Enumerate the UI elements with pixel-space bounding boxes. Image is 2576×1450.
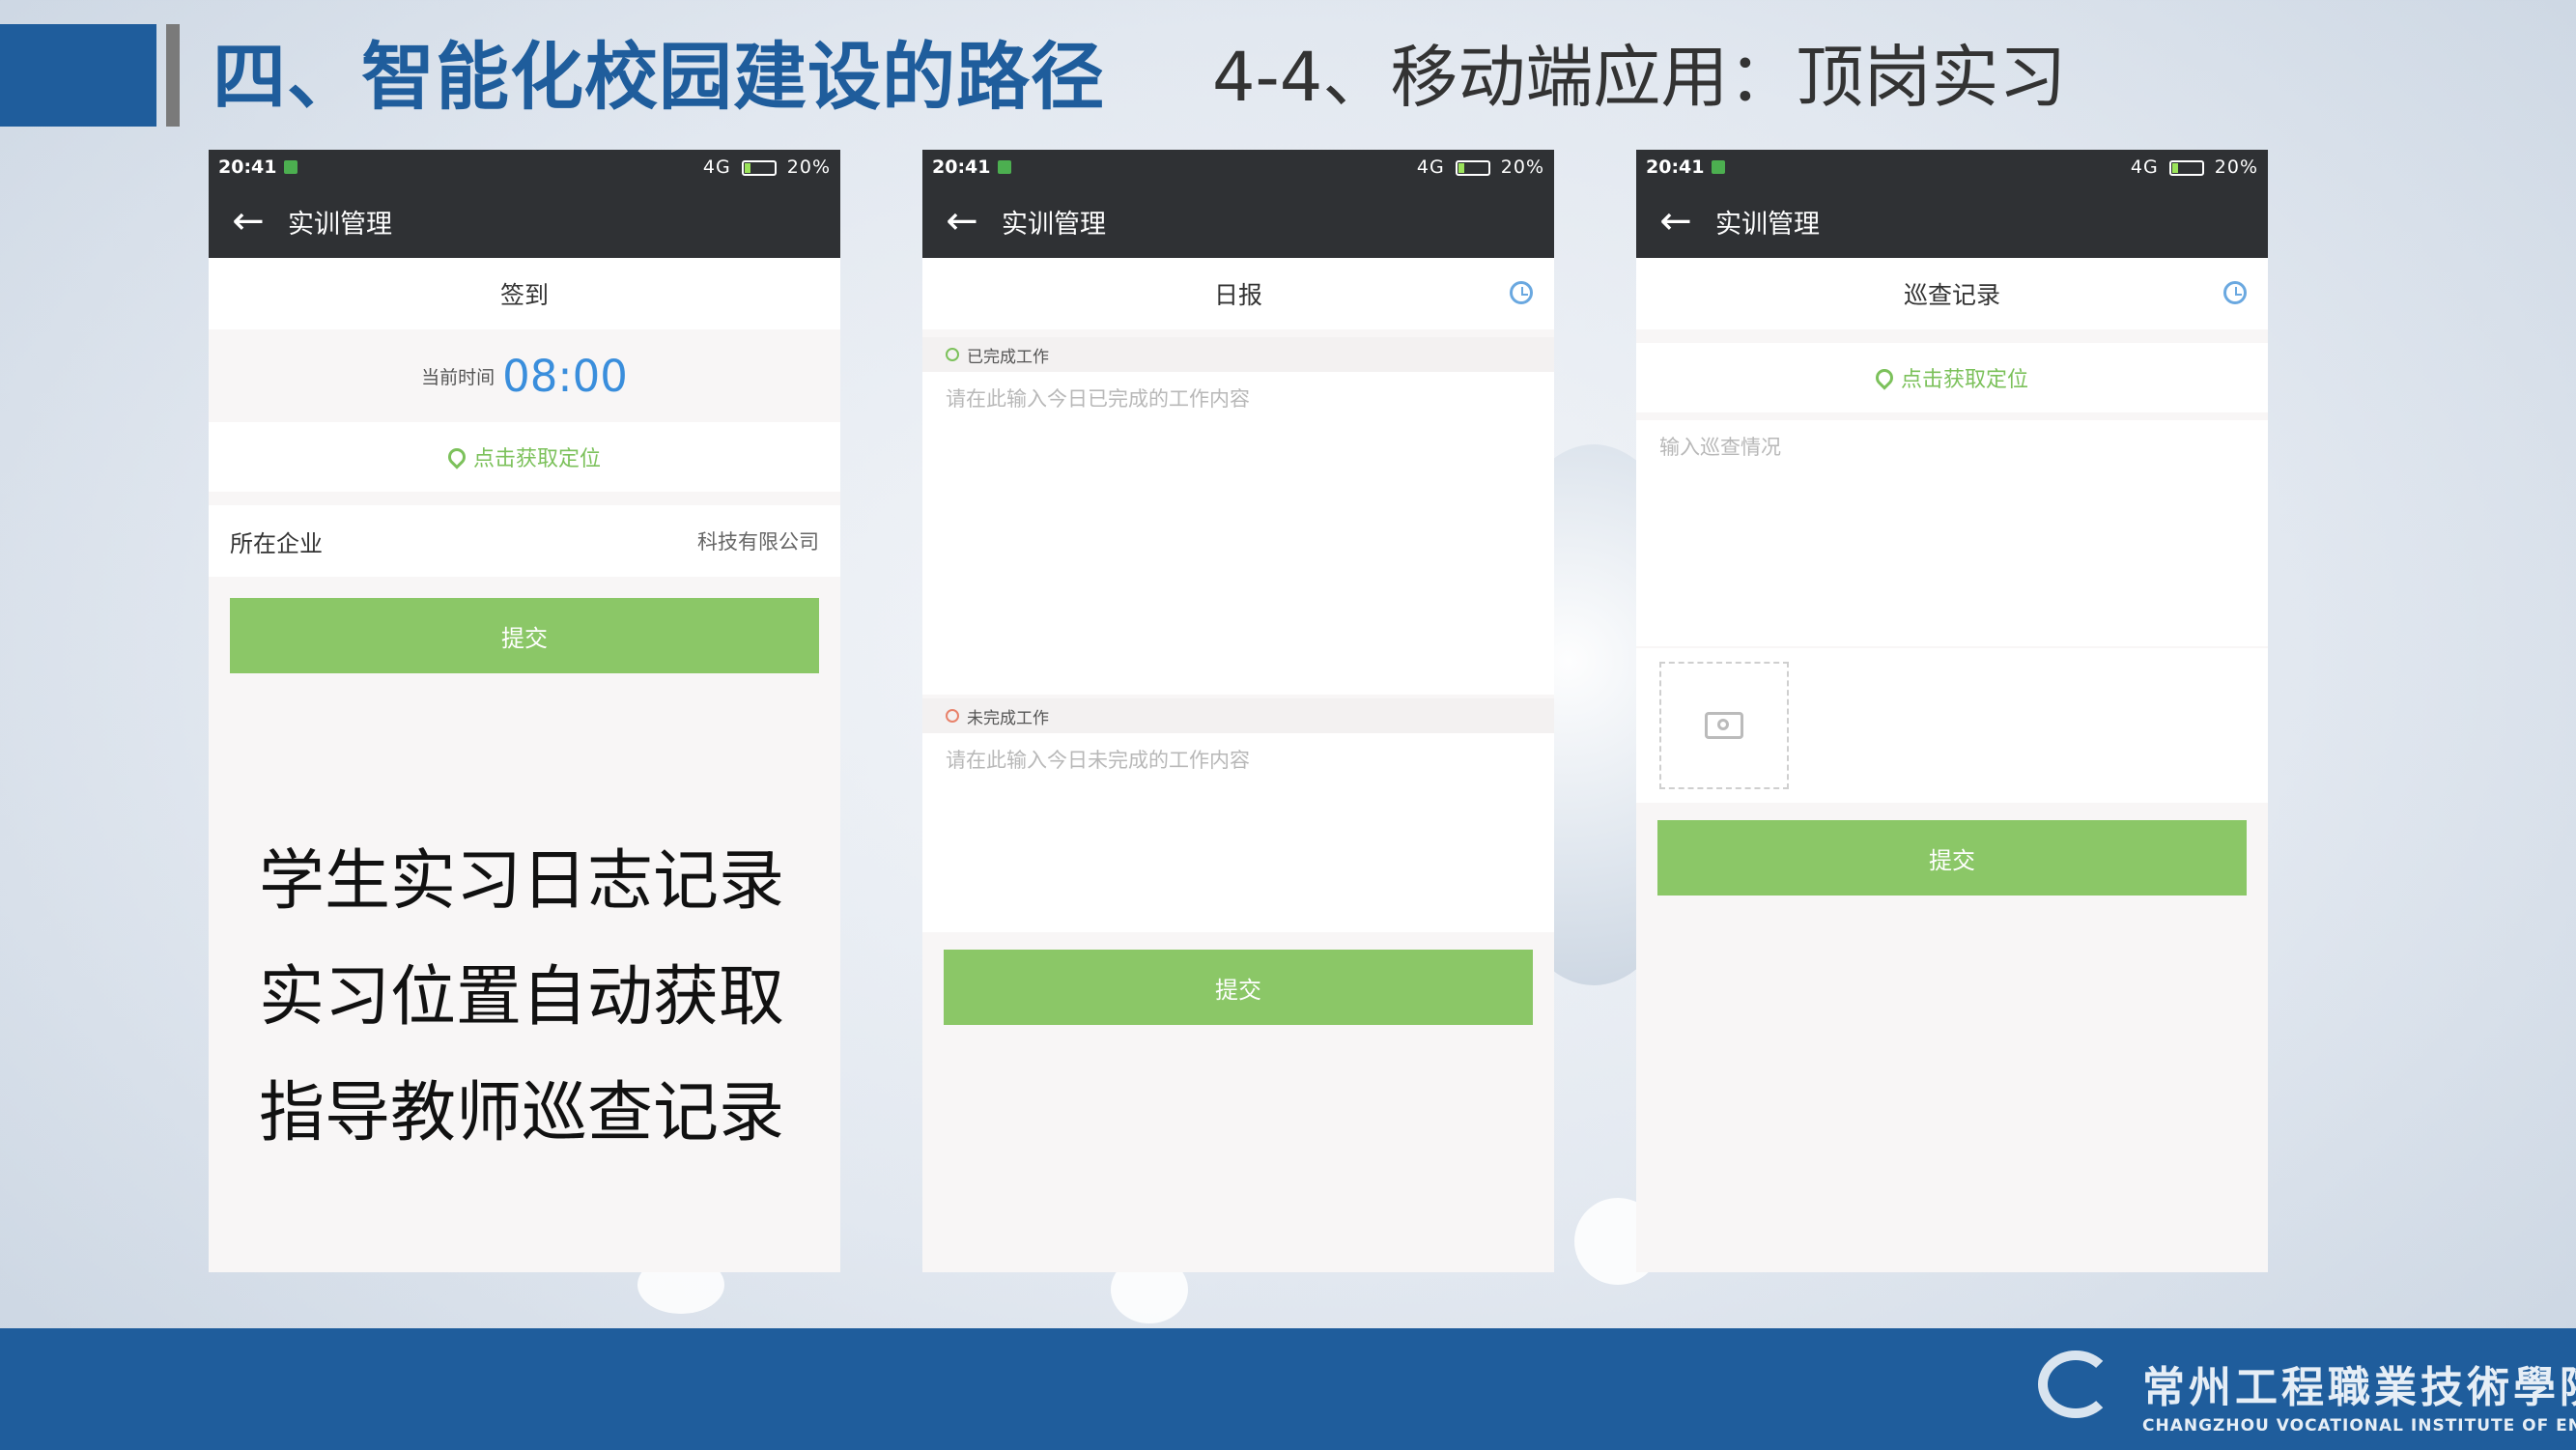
inspection-input[interactable]: 输入巡查情况	[1636, 420, 2268, 646]
status-bar: 20:41 4G 20%	[209, 150, 840, 185]
school-logo-icon	[2038, 1350, 2113, 1418]
network-label: 4G	[702, 156, 731, 178]
battery-label: 20%	[2214, 156, 2258, 178]
submit-button[interactable]: 提交	[1657, 820, 2247, 896]
battery-icon	[2168, 159, 2204, 176]
page-title: 四、智能化校园建设的路径	[212, 34, 1105, 120]
battery-label: 20%	[786, 156, 831, 178]
done-work-input[interactable]: 请在此输入今日已完成的工作内容	[922, 372, 1554, 695]
header-accent-block	[0, 24, 156, 127]
caption-line-2: 实习位置自动获取	[259, 959, 785, 1036]
app-bar: ← 实训管理	[209, 185, 840, 258]
back-arrow-icon[interactable]: ←	[922, 199, 1002, 243]
todo-work-label-text: 未完成工作	[967, 708, 1049, 728]
submit-button[interactable]: 提交	[944, 950, 1533, 1025]
status-bar: 20:41 4G 20%	[1636, 150, 2268, 185]
page-subtitle: 4-4、移动端应用：顶岗实习	[1212, 38, 2067, 117]
current-time-label: 当前时间	[421, 366, 495, 388]
warning-circle-icon	[946, 709, 959, 723]
clock-icon[interactable]	[1510, 281, 1533, 304]
screen-title: 签到	[209, 258, 840, 329]
company-label: 所在企业	[230, 529, 323, 557]
sim-icon	[284, 160, 298, 174]
header-divider	[166, 24, 180, 127]
get-location-button[interactable]: 点击获取定位	[1636, 343, 2268, 412]
status-time: 20:41	[1646, 156, 1705, 178]
school-name-cn: 常州工程職業技術學院	[2142, 1363, 2576, 1412]
todo-work-placeholder: 请在此输入今日未完成的工作内容	[946, 749, 1250, 772]
screen-title: 巡查记录	[1636, 258, 2268, 329]
todo-work-label: 未完成工作	[922, 698, 1554, 733]
done-work-placeholder: 请在此输入今日已完成的工作内容	[946, 387, 1250, 411]
app-bar: ← 实训管理	[922, 185, 1554, 258]
company-row: 所在企业 科技有限公司	[209, 505, 840, 577]
phone-screen-inspection: 20:41 4G 20% ← 实训管理 巡查记录 点击获取定位 输入巡查情况 提…	[1636, 150, 2268, 1272]
camera-icon	[1705, 712, 1743, 739]
caption-line-1: 学生实习日志记录	[259, 843, 785, 920]
status-bar: 20:41 4G 20%	[922, 150, 1554, 185]
check-circle-icon	[946, 348, 959, 361]
app-title: 实训管理	[1715, 209, 1820, 240]
school-name-en: CHANGZHOU VOCATIONAL INSTITUTE OF ENGINE…	[2142, 1416, 2576, 1436]
app-title: 实训管理	[288, 209, 392, 240]
add-photo-button[interactable]	[1659, 662, 1789, 789]
current-time-value: 08:00	[502, 350, 628, 402]
battery-icon	[1455, 159, 1490, 176]
company-value: 科技有限公司	[697, 530, 819, 554]
status-time: 20:41	[932, 156, 991, 178]
network-label: 4G	[2130, 156, 2159, 178]
get-location-label: 点击获取定位	[472, 447, 601, 471]
sim-icon	[1712, 160, 1726, 174]
location-pin-icon	[444, 444, 469, 469]
status-time: 20:41	[218, 156, 277, 178]
current-time: 当前时间 08:00	[209, 329, 840, 422]
back-arrow-icon[interactable]: ←	[1636, 199, 1715, 243]
todo-work-input[interactable]: 请在此输入今日未完成的工作内容	[922, 733, 1554, 932]
screen-title: 日报	[922, 258, 1554, 329]
battery-label: 20%	[1500, 156, 1544, 178]
clock-icon[interactable]	[2223, 281, 2247, 304]
photo-area	[1636, 648, 2268, 803]
submit-button[interactable]: 提交	[230, 598, 819, 673]
status-right: 4G 20%	[1417, 156, 1544, 178]
back-arrow-icon[interactable]: ←	[209, 199, 288, 243]
done-work-label: 已完成工作	[922, 337, 1554, 372]
submit-label: 提交	[1929, 846, 1975, 874]
screen-title-text: 签到	[499, 281, 549, 309]
screen-title-text: 巡查记录	[1903, 281, 2000, 309]
sim-icon	[998, 160, 1012, 174]
get-location-button[interactable]: 点击获取定位	[209, 422, 840, 492]
submit-label: 提交	[1215, 976, 1261, 1004]
app-title: 实训管理	[1002, 209, 1106, 240]
status-right: 4G 20%	[703, 156, 831, 178]
caption-line-3: 指导教师巡查记录	[259, 1075, 785, 1151]
location-pin-icon	[1872, 365, 1897, 390]
get-location-label: 点击获取定位	[1900, 368, 2028, 392]
screen-title-text: 日报	[1213, 281, 1262, 309]
submit-label: 提交	[501, 624, 548, 652]
network-label: 4G	[1416, 156, 1445, 178]
app-bar: ← 实训管理	[1636, 185, 2268, 258]
battery-icon	[741, 159, 777, 176]
status-right: 4G 20%	[2131, 156, 2258, 178]
inspection-placeholder: 输入巡查情况	[1659, 436, 1781, 459]
phone-screen-daily-report: 20:41 4G 20% ← 实训管理 日报 已完成工作 请在此输入今日已完成的…	[922, 150, 1554, 1272]
done-work-label-text: 已完成工作	[967, 347, 1049, 367]
